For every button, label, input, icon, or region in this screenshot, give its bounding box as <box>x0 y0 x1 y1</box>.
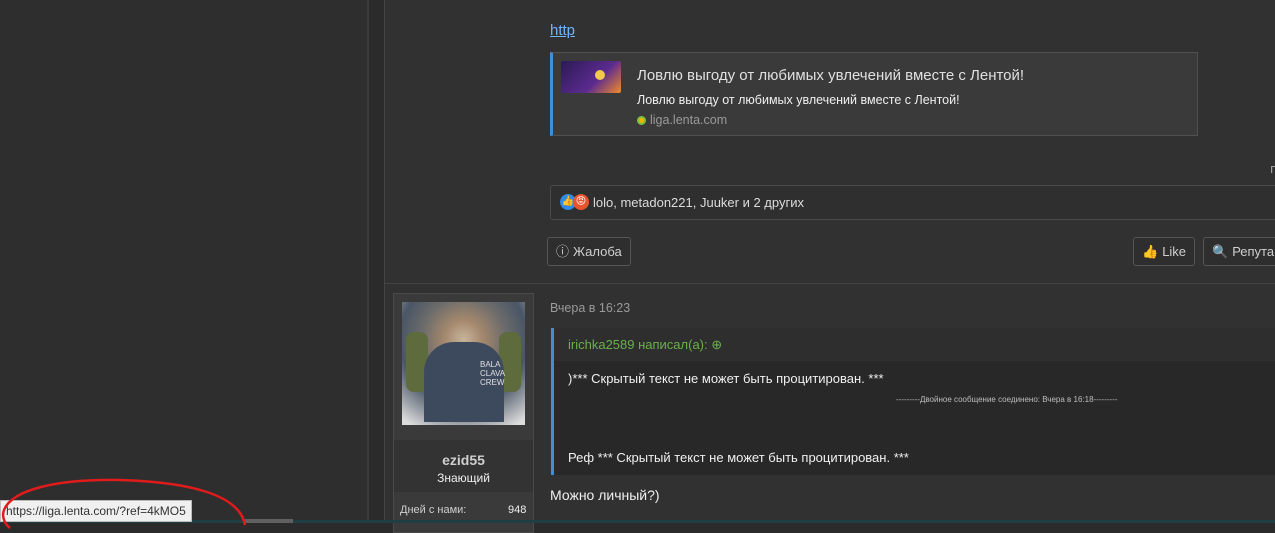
user-role: Знающий <box>437 471 490 485</box>
quote-text: Реф *** Скрытый текст не может быть проц… <box>568 450 909 465</box>
quote-author-text: irichka2589 написал(а): <box>568 337 712 352</box>
arrow-up-circle-icon[interactable]: ⊕ <box>711 337 722 352</box>
reputation-button[interactable]: 🔍 Репута <box>1203 237 1275 266</box>
post-body: Можно личный?) <box>550 487 660 503</box>
status-url-tooltip: https://liga.lenta.com/?ref=4kMO5 <box>0 500 192 522</box>
link-preview-card[interactable]: Ловлю выгоду от любимых увлечений вместе… <box>550 52 1198 136</box>
site-favicon-icon <box>637 116 646 125</box>
quote-header: irichka2589 написал(а): ⊕ <box>554 328 1275 361</box>
reactions-bar[interactable]: 👍 😡 lolo, metadon221, Juuker и 2 других <box>550 185 1275 220</box>
merged-notice: ---------Двойное сообщение соединено: Вч… <box>896 395 1118 404</box>
link-preview-site: liga.lenta.com <box>637 113 727 127</box>
alert-icon: ⓘ <box>556 244 570 259</box>
link-preview-thumbnail <box>561 61 621 93</box>
angry-icon: 😡 <box>573 194 589 210</box>
quote-author[interactable]: irichka2589 написал(а): ⊕ <box>568 337 722 353</box>
thumbs-up-icon: 👍 <box>1142 244 1159 259</box>
scrollbar[interactable] <box>245 519 293 523</box>
link-preview-site-name: liga.lenta.com <box>650 113 728 127</box>
avatar-print-text: BALA CLAVA CREW <box>480 360 505 387</box>
user-name[interactable]: ezid55 <box>394 452 533 468</box>
left-pane <box>0 0 368 523</box>
post-timestamp[interactable]: Вчера в 16:23 <box>550 301 630 315</box>
user-stat-label: Дней с нами: <box>400 504 467 516</box>
reactions-list[interactable]: lolo, metadon221, Juuker и 2 других <box>593 195 804 210</box>
link-preview-description: Ловлю выгоду от любимых увлечений вместе… <box>637 93 960 107</box>
link-preview-title[interactable]: Ловлю выгоду от любимых увлечений вместе… <box>637 67 1024 84</box>
report-button[interactable]: ⓘ Жалоба <box>547 237 631 266</box>
clipped-text: г <box>1270 162 1275 176</box>
quote-block: irichka2589 написал(а): ⊕ )*** Скрытый т… <box>551 328 1275 475</box>
user-card: BALA CLAVA CREW ezid55 Знающий Дней с на… <box>393 293 534 533</box>
like-label: Like <box>1162 244 1187 259</box>
report-label: Жалоба <box>573 244 622 259</box>
like-button[interactable]: 👍 Like <box>1133 237 1196 266</box>
column-divider <box>367 0 369 523</box>
search-icon: 🔍 <box>1212 244 1229 259</box>
quote-text: )*** Скрытый текст не может быть процити… <box>568 371 884 386</box>
post-link[interactable]: http <box>550 22 575 39</box>
user-stat-value: 948 <box>508 504 527 516</box>
reputation-label: Репута <box>1232 244 1275 259</box>
avatar[interactable]: BALA CLAVA CREW <box>402 302 525 425</box>
